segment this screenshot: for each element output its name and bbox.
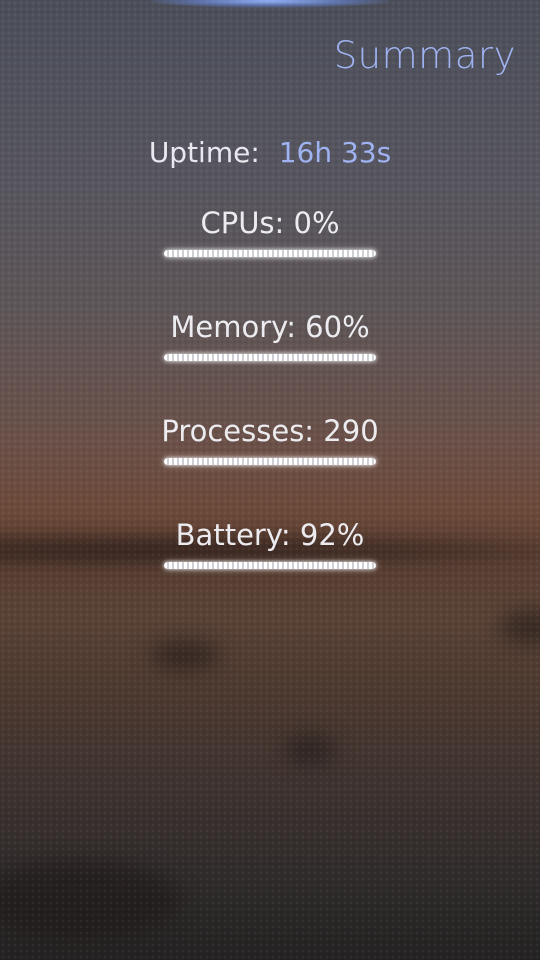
background-blob — [285, 735, 335, 765]
metric-battery[interactable]: Battery: 92% — [0, 518, 540, 569]
page-title: Summary — [333, 34, 516, 77]
metric-label-memory: Memory: 60% — [170, 310, 370, 344]
metric-processes[interactable]: Processes: 290 — [0, 414, 540, 465]
uptime-row: Uptime: 16h 33s — [0, 136, 540, 169]
pulley-menu-indicator[interactable] — [150, 0, 390, 8]
metric-bar-processes — [164, 458, 376, 465]
background-blob — [150, 640, 220, 670]
metric-cpus[interactable]: CPUs: 0% — [0, 206, 540, 257]
metric-bar-memory — [164, 354, 376, 361]
metric-label-processes: Processes: 290 — [161, 414, 379, 448]
background-blob — [500, 610, 540, 644]
uptime-label: Uptime: — [148, 136, 260, 169]
metric-bar-battery — [164, 562, 376, 569]
metric-bar-cpus — [164, 250, 376, 257]
metric-label-battery: Battery: 92% — [175, 518, 365, 552]
metric-memory[interactable]: Memory: 60% — [0, 310, 540, 361]
background-blob — [0, 860, 180, 940]
uptime-value: 16h 33s — [278, 136, 392, 169]
metric-label-cpus: CPUs: 0% — [200, 206, 340, 240]
